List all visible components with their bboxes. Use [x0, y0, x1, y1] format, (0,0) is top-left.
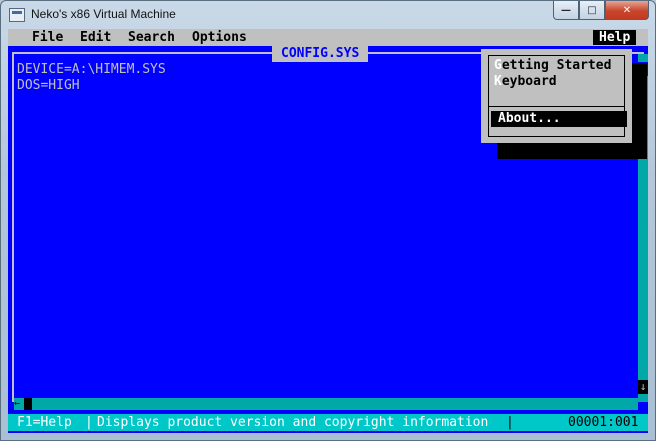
menu-options[interactable]: Options — [192, 30, 247, 45]
close-icon: ✕ — [622, 4, 632, 16]
status-help-key[interactable]: F1=Help — [17, 414, 72, 431]
editor-frame-left — [12, 52, 14, 402]
horizontal-scroll-thumb[interactable] — [24, 398, 32, 410]
menu-bar: File Edit Search Options Help — [8, 29, 648, 46]
menu-edit[interactable]: Edit — [80, 30, 111, 45]
menu-item-label: etting Started — [501, 58, 612, 73]
menu-item-getting-started[interactable]: Getting Started — [494, 58, 611, 74]
vm-window: Neko's x86 Virtual Machine — □ ✕ File Ed… — [0, 0, 656, 441]
editor-line[interactable]: DEVICE=A:\HIMEM.SYS — [17, 62, 166, 78]
menu-item-keyboard[interactable]: Keyboard — [494, 74, 557, 90]
status-message: Displays product version and copyright i… — [97, 415, 489, 430]
minimize-button[interactable]: — — [553, 1, 579, 20]
editor-line[interactable]: DOS=HIGH — [17, 78, 80, 94]
hotkey-letter: G — [494, 58, 502, 73]
minimize-icon: — — [561, 4, 571, 16]
menu-search[interactable]: Search — [128, 30, 175, 45]
menu-separator — [488, 106, 625, 107]
menu-help[interactable]: Help — [593, 30, 637, 45]
menu-item-label: eyboard — [501, 74, 557, 89]
close-button[interactable]: ✕ — [605, 1, 649, 20]
title-bar[interactable]: Neko's x86 Virtual Machine — □ ✕ — [1, 1, 655, 29]
document-title: CONFIG.SYS — [272, 45, 369, 62]
menu-file[interactable]: File — [32, 30, 63, 45]
scroll-down-icon[interactable]: ↓ — [638, 380, 648, 394]
status-bar: F1=Help | Displays product version and c… — [8, 414, 648, 431]
app-icon — [9, 8, 25, 22]
maximize-icon: □ — [587, 4, 597, 16]
help-dropdown: Getting Started Keyboard About... — [481, 49, 632, 143]
horizontal-scrollbar[interactable] — [14, 398, 638, 410]
status-separator: | — [506, 415, 514, 430]
cursor-position: 00001:001 — [568, 415, 639, 430]
maximize-button[interactable]: □ — [579, 1, 605, 20]
menu-item-about[interactable]: About... — [491, 111, 627, 127]
scroll-left-icon[interactable]: ← — [14, 398, 24, 410]
window-controls: — □ ✕ — [553, 1, 649, 21]
status-separator: | — [85, 415, 93, 430]
window-title: Neko's x86 Virtual Machine — [31, 7, 176, 21]
hotkey-letter: K — [494, 74, 502, 89]
dos-screen[interactable]: File Edit Search Options Help CONFIG.SYS… — [8, 29, 648, 433]
